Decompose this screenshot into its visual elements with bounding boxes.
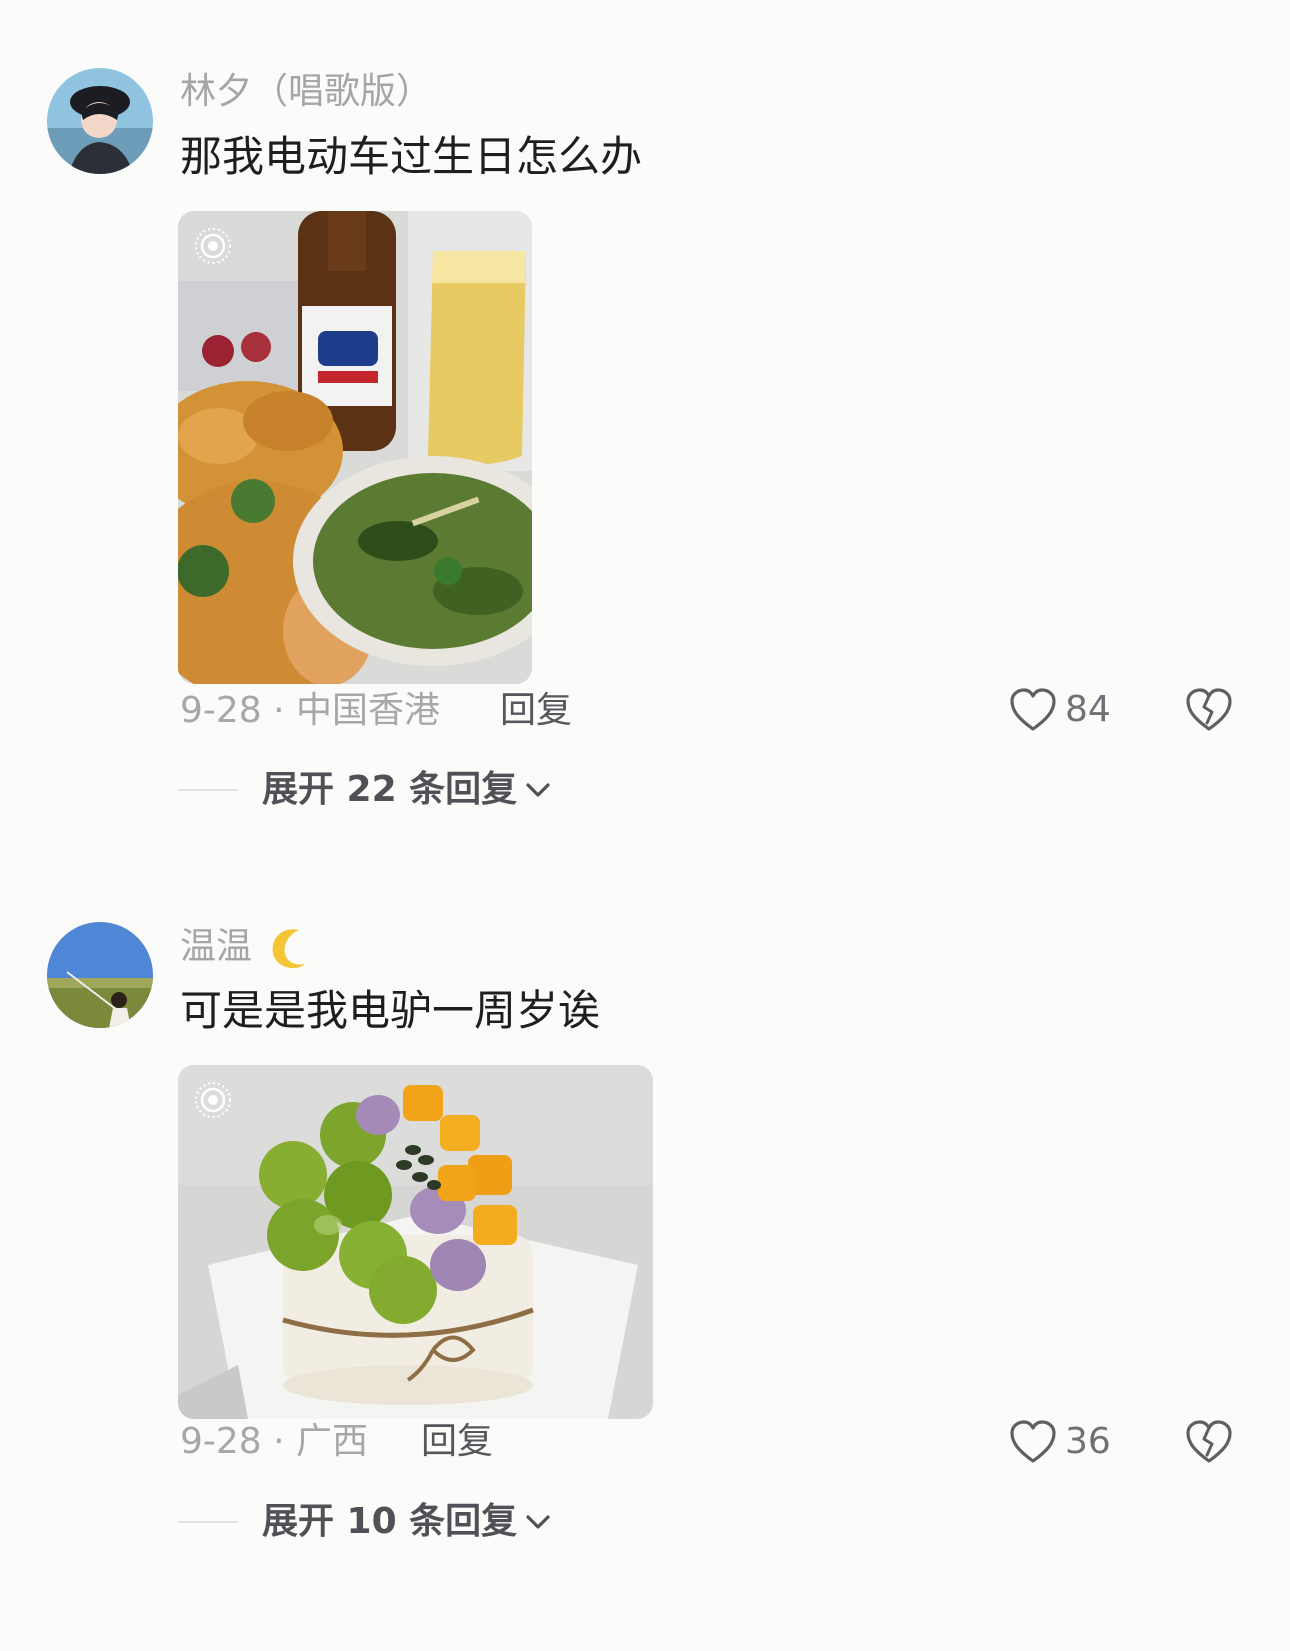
avatar[interactable] <box>47 922 153 1028</box>
dislike-button[interactable] <box>1185 1419 1233 1469</box>
like-count: 84 <box>1065 689 1111 730</box>
expand-replies-label: 展开 22 条回复 <box>262 769 518 810</box>
comment-item: 林夕（唱歌版） 那我电动车过生日怎么办 9-28 · 中国香港 回复 84 展开… <box>0 68 1290 858</box>
comment-photo[interactable] <box>178 1065 653 1419</box>
expand-replies-label: 展开 10 条回复 <box>262 1501 518 1542</box>
broken-heart-icon <box>1186 1420 1232 1463</box>
comment-photo[interactable] <box>178 211 532 684</box>
comment-date-location: 9-28 · 中国香港 <box>180 690 441 731</box>
avatar[interactable] <box>47 68 153 174</box>
comment-text: 那我电动车过生日怎么办 <box>180 132 643 181</box>
expand-replies[interactable]: 展开 10 条回复 <box>178 1504 551 1540</box>
divider <box>178 1521 238 1523</box>
reply-button[interactable]: 回复 <box>500 693 572 729</box>
chevron-down-icon <box>526 783 550 797</box>
like-button[interactable]: 84 <box>1009 687 1111 733</box>
comment-item: 温温 可是是我电驴一周岁诶 9-28 · 广西 回复 36 展开 10 条回复 <box>0 922 1290 1642</box>
reply-button[interactable]: 回复 <box>421 1424 493 1460</box>
divider <box>178 789 238 791</box>
username[interactable]: 林夕（唱歌版） <box>180 72 432 112</box>
comment-text: 可是是我电驴一周岁诶 <box>180 986 601 1035</box>
crescent-moon-icon <box>273 929 306 969</box>
heart-outline-icon <box>1010 688 1056 731</box>
username[interactable]: 温温 <box>180 926 313 970</box>
like-button[interactable]: 36 <box>1009 1419 1111 1465</box>
broken-heart-icon <box>1186 688 1232 731</box>
chevron-down-icon <box>526 1515 550 1529</box>
heart-outline-icon <box>1010 1420 1056 1463</box>
dislike-button[interactable] <box>1185 687 1233 737</box>
like-count: 36 <box>1065 1421 1111 1462</box>
comment-date-location: 9-28 · 广西 <box>180 1421 369 1462</box>
expand-replies[interactable]: 展开 22 条回复 <box>178 772 551 808</box>
